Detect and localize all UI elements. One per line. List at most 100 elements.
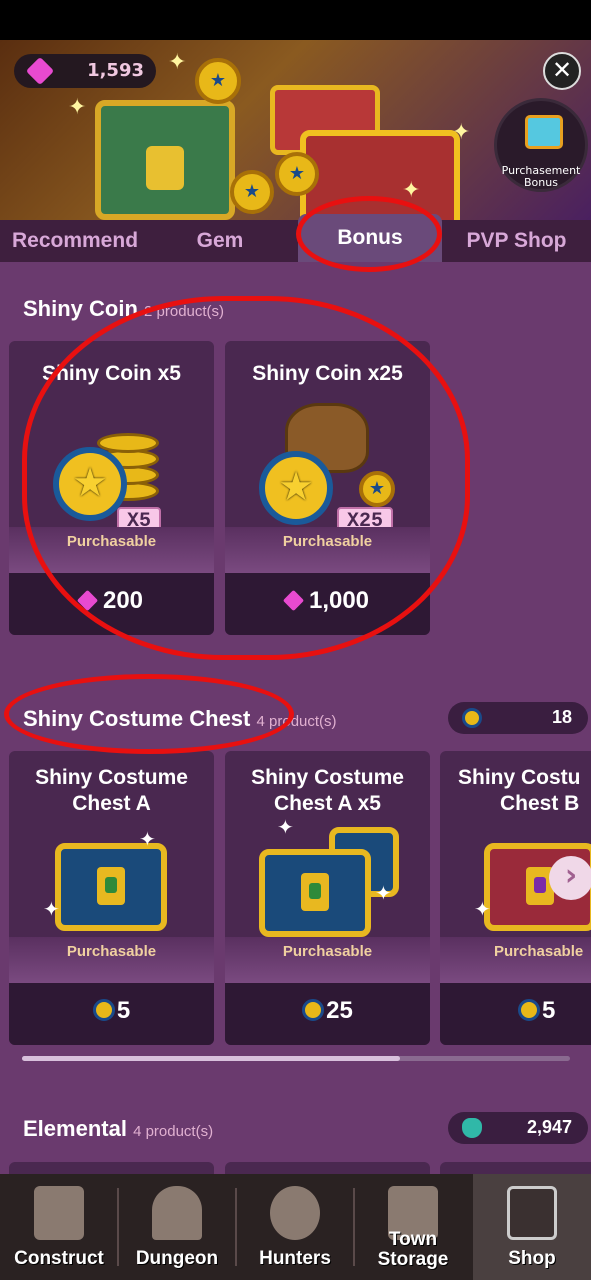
product-name: Shiny Coin x25 — [252, 362, 403, 385]
sparkle-icon: ✦ — [474, 897, 491, 921]
shiny-coin-icon — [259, 451, 333, 525]
dungeon-gate-icon — [152, 1186, 202, 1240]
section-title-shiny-coin: Shiny Coin 2 product(s) — [23, 296, 224, 322]
sparkle-icon: ✦ — [139, 827, 156, 851]
gem-icon — [25, 56, 55, 86]
purchase-bonus-button[interactable]: Purchasement Bonus — [494, 98, 588, 192]
purchasable-label: Purchasable — [282, 943, 373, 960]
nav-construct[interactable]: Construct — [0, 1174, 118, 1280]
gem-icon — [76, 589, 99, 612]
gem-icon — [282, 589, 305, 612]
nav-label: Construct — [14, 1248, 104, 1269]
close-button[interactable]: ✕ — [543, 52, 581, 90]
product-card-partial — [440, 1162, 591, 1174]
sparkle-icon: ✦ — [43, 897, 60, 921]
sparkle-icon: ✦ — [168, 50, 187, 75]
tab-recommend[interactable]: Recommend — [0, 220, 150, 262]
coin-illustration — [275, 152, 319, 196]
shiny-coin-icon — [462, 708, 482, 728]
purchasable-label: Purchasable — [66, 943, 157, 960]
nav-label: Hunters — [259, 1248, 331, 1269]
price[interactable]: 5 — [440, 997, 591, 1025]
tab-pvp-shop[interactable]: PVP Shop — [442, 220, 591, 262]
gem-balance[interactable]: 1,593 — [14, 54, 156, 88]
sparkle-icon: ✦ — [375, 881, 392, 905]
product-card-partial — [9, 1162, 214, 1174]
section-title-text: Shiny Costume Chest — [23, 706, 251, 731]
product-name: Shiny Costume Chest A x5 — [225, 765, 430, 817]
red-chest-illustration — [300, 130, 460, 220]
blue-chest-icon — [259, 849, 371, 937]
gift-icon — [525, 115, 563, 149]
purchasable-label: Purchasable — [494, 943, 584, 960]
tab-bonus[interactable]: Bonus — [298, 214, 442, 262]
hammer-icon — [34, 1186, 84, 1240]
product-name-line: Shiny Costu — [458, 766, 581, 789]
gem-balance-value: 1,593 — [87, 60, 144, 81]
section-title-shiny-costume-chest: Shiny Costume Chest 4 product(s) — [23, 706, 337, 732]
coin-illustration — [195, 58, 241, 104]
tab-gem[interactable]: Gem — [150, 220, 290, 262]
product-name-line: Shiny Costume — [35, 766, 188, 789]
price-value: 5 — [542, 997, 556, 1024]
shop-stall-icon — [507, 1186, 557, 1240]
product-card-shiny-costume-chest-a[interactable]: Shiny Costume Chest A ✦ ✦ Purchasable 5 — [9, 751, 214, 1045]
section-product-count: 4 product(s) — [133, 1123, 214, 1140]
blue-chest-icon — [55, 843, 167, 931]
price-value: 1,000 — [308, 587, 370, 614]
product-name-line: Chest A — [72, 792, 151, 815]
shiny-coin-icon — [302, 999, 325, 1021]
price[interactable]: 1,000 — [225, 587, 430, 615]
section-title-elemental: Elemental 4 product(s) — [23, 1116, 213, 1142]
elemental-crystal-icon — [462, 1118, 482, 1138]
price-value: 5 — [116, 997, 131, 1024]
nav-label: Dungeon — [135, 1248, 219, 1269]
nav-shop[interactable]: Shop — [473, 1174, 591, 1280]
shiny-coin-icon — [53, 447, 127, 521]
product-name-line: Chest B — [500, 792, 580, 815]
price-value: 200 — [102, 587, 144, 614]
product-name: Shiny Costume Chest A — [9, 765, 214, 817]
sparkle-icon: ✦ — [452, 120, 471, 145]
scroll-right-arrow-icon[interactable]: › — [549, 856, 591, 900]
nav-hunters[interactable]: Hunters — [236, 1174, 354, 1280]
shiny-coin-balance: 18 — [448, 702, 588, 734]
hunter-emblem-icon — [270, 1186, 320, 1240]
coin-illustration — [230, 170, 274, 214]
purchasable-label: Purchasable — [282, 533, 373, 550]
nav-label: Shop — [508, 1248, 556, 1269]
status-bar — [0, 0, 591, 40]
elemental-balance-value: 2,947 — [526, 1117, 572, 1137]
purchase-bonus-label: Purchasement Bonus — [501, 164, 581, 189]
price[interactable]: 25 — [225, 997, 430, 1025]
section-product-count: 2 product(s) — [144, 303, 225, 320]
section-title-text: Elemental — [23, 1116, 127, 1141]
product-name-line: Chest A x5 — [274, 792, 381, 815]
nav-label: Town Storage — [377, 1229, 449, 1270]
product-card-shiny-coin-x25[interactable]: Shiny Coin x25 X25 Purchasable 1,000 — [225, 341, 430, 635]
shiny-coin-balance-value: 18 — [551, 707, 572, 727]
product-name: Shiny Costu Chest B — [440, 765, 591, 817]
price[interactable]: 200 — [9, 587, 214, 615]
product-name-line: Shiny Costume — [251, 766, 404, 789]
price[interactable]: 5 — [9, 997, 214, 1025]
product-card-partial — [225, 1162, 430, 1174]
product-name: Shiny Coin x5 — [42, 362, 181, 385]
purchasable-label: Purchasable — [66, 533, 157, 550]
sparkle-icon: ✦ — [402, 178, 421, 203]
product-card-shiny-coin-x5[interactable]: Shiny Coin x5 X5 Purchasable 200 — [9, 341, 214, 635]
sparkle-icon: ✦ — [68, 95, 87, 120]
product-card-shiny-costume-chest-a-x5[interactable]: Shiny Costume Chest A x5 ✦ ✦ Purchasable… — [225, 751, 430, 1045]
nav-dungeon[interactable]: Dungeon — [118, 1174, 236, 1280]
shiny-coin-icon — [92, 999, 115, 1021]
nav-town-storage[interactable]: Town Storage — [354, 1174, 472, 1280]
coin-illustration — [359, 471, 395, 507]
shiny-coin-icon — [518, 999, 540, 1021]
price-value: 25 — [326, 997, 353, 1024]
bottom-navigation: Construct Dungeon Hunters Town Storage S… — [0, 1174, 591, 1280]
elemental-balance: 2,947 — [448, 1112, 588, 1144]
sparkle-icon: ✦ — [277, 815, 294, 839]
section-product-count: 4 product(s) — [256, 713, 337, 730]
scrollbar-thumb[interactable] — [22, 1056, 400, 1061]
shop-tabs: Recommend Gem Bonus PVP Shop — [0, 214, 591, 262]
